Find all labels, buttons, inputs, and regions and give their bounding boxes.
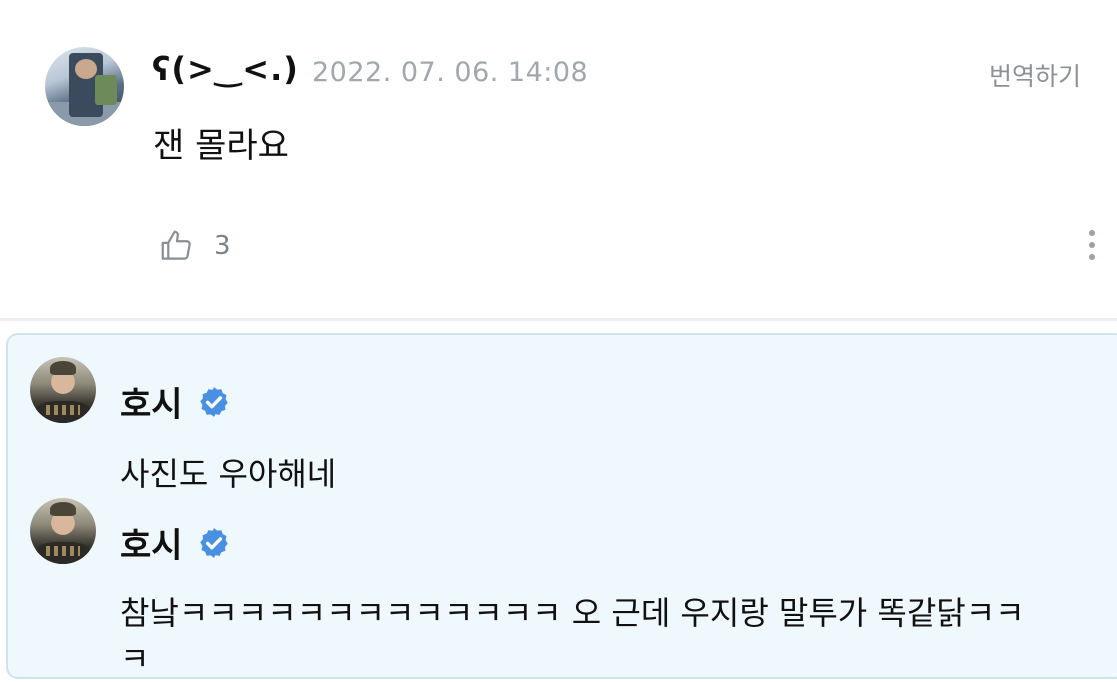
reply-author[interactable]: 호시	[120, 377, 231, 426]
reply-text-line: 참낰ㅋㅋㅋㅋㅋㅋㅋㅋㅋㅋㅋㅋㅋ 오 근데 우지랑 말투가 똑같닭ㅋㅋ	[120, 594, 1025, 632]
like-button[interactable]: 3	[158, 226, 231, 266]
reply-author-name[interactable]: 호시	[120, 377, 183, 426]
more-options-icon[interactable]	[1084, 230, 1100, 270]
verified-badge-icon	[199, 527, 228, 558]
reply-item: 호시 참낰ㅋㅋㅋㅋㅋㅋㅋㅋㅋㅋㅋㅋㅋ 오 근데 우지랑 말투가 똑같닭ㅋㅋ ㅋ	[8, 498, 1117, 678]
like-count: 3	[214, 231, 231, 261]
reply-text: 사진도 우아해네	[120, 455, 337, 493]
comment-text: 잰 몰라요	[153, 126, 289, 166]
translate-button[interactable]: 번역하기	[989, 57, 1081, 93]
thumbs-up-icon	[161, 230, 191, 260]
divider	[0, 318, 1117, 321]
comment: ʕ(>‿<.) 2022. 07. 06. 14:08 번역하기 잰 몰라요 3	[0, 0, 1117, 318]
avatar[interactable]	[30, 498, 96, 564]
reply-author[interactable]: 호시	[120, 518, 231, 567]
reply-thread: 호시 사진도 우아해네 호시 참낰ㅋㅋㅋㅋㅋㅋㅋㅋㅋㅋㅋㅋㅋ 오 근데 우지랑 …	[6, 333, 1117, 679]
avatar[interactable]	[45, 47, 124, 126]
reply-item: 호시 사진도 우아해네	[8, 357, 1117, 497]
reply-text: 참낰ㅋㅋㅋㅋㅋㅋㅋㅋㅋㅋㅋㅋㅋ 오 근데 우지랑 말투가 똑같닭ㅋㅋ ㅋ	[120, 590, 1025, 682]
verified-badge-icon	[199, 386, 228, 417]
comment-author[interactable]: ʕ(>‿<.)	[152, 50, 299, 88]
avatar[interactable]	[30, 357, 96, 423]
reply-text-line: ㅋ	[120, 640, 150, 678]
comment-timestamp: 2022. 07. 06. 14:08	[312, 57, 589, 88]
reply-author-name[interactable]: 호시	[120, 518, 183, 567]
